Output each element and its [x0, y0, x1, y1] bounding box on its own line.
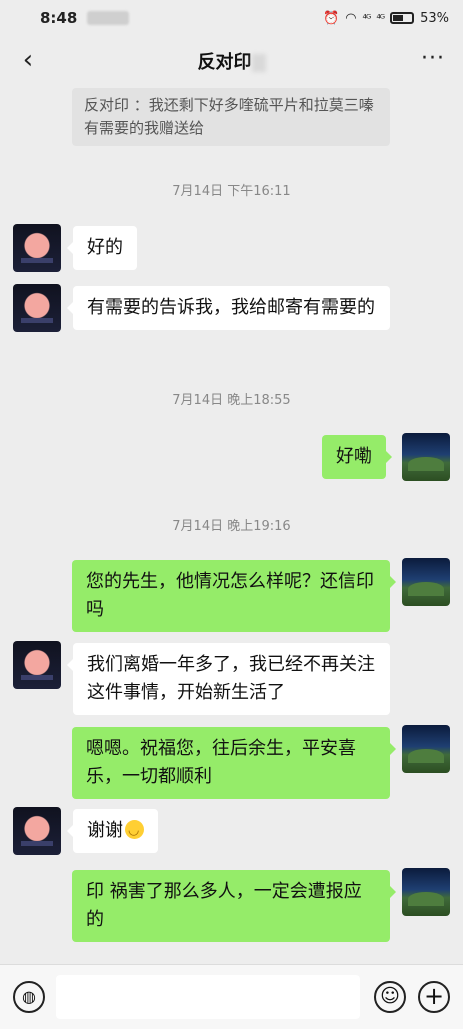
voice-button[interactable]: ◍ [13, 981, 45, 1013]
signal-icon-2: ⁴ᴳ [376, 11, 385, 25]
status-bar: 8:48 ⏰ ◠ ⁴ᴳ ⁴ᴳ 53% [0, 0, 463, 36]
title-redacted [251, 54, 266, 72]
avatar[interactable] [13, 641, 61, 689]
wifi-icon: ◠ [345, 10, 357, 26]
timestamp: 7月14日 晚上18:55 [172, 393, 291, 408]
avatar[interactable] [402, 558, 450, 606]
quoted-message[interactable]: 反对印 ：我还剩下好多喹硫平片和拉莫三嗪有需要的我赠送给 [72, 88, 390, 146]
timestamp: 7月14日 晚上19:16 [172, 519, 291, 534]
avatar[interactable] [13, 284, 61, 332]
chat-title: 反对印 [198, 48, 266, 74]
message-bubble[interactable]: 您的先生，他情况怎么样呢？还信印 吗 [72, 560, 396, 632]
message-bubble[interactable]: 好的 [67, 226, 137, 270]
smile-emoji-icon [125, 817, 144, 845]
avatar[interactable] [13, 224, 61, 272]
message-bubble[interactable]: 嗯嗯。祝福您，往后余生，平安喜乐，一切都顺利 [72, 727, 396, 799]
back-button[interactable]: ‹ [14, 46, 42, 76]
voice-icon: ◍ [22, 987, 36, 1006]
more-button[interactable]: ··· [421, 46, 445, 71]
input-bar: ◍ ☺ + [0, 964, 463, 1029]
avatar[interactable] [402, 725, 450, 773]
more-actions-button[interactable]: + [418, 981, 450, 1013]
message-bubble[interactable]: 印 祸害了那么多人，一定会遭报应的 [72, 870, 396, 942]
message-input[interactable] [56, 975, 360, 1019]
message-bubble[interactable]: 好嘞 [322, 435, 392, 479]
avatar[interactable] [13, 807, 61, 855]
plus-icon: + [423, 982, 445, 1010]
chat-header: ‹ 反对印 ··· [0, 36, 463, 86]
battery-icon [390, 12, 415, 24]
timestamp: 7月14日 下午16:11 [172, 184, 291, 199]
emoji-icon: ☺ [380, 985, 400, 1007]
battery-percent: 53% [420, 10, 449, 26]
avatar[interactable] [402, 433, 450, 481]
signal-icon: ⁴ᴳ [362, 11, 372, 25]
chevron-left-icon: ‹ [22, 45, 34, 75]
avatar[interactable] [402, 868, 450, 916]
alarm-icon: ⏰ [323, 10, 340, 26]
emoji-button[interactable]: ☺ [374, 981, 406, 1013]
message-bubble[interactable]: 有需要的告诉我，我给邮寄有需要的 [67, 286, 390, 330]
more-icon: ··· [421, 46, 445, 71]
status-icons: ⏰ ◠ ⁴ᴳ ⁴ᴳ 53% [323, 11, 449, 26]
status-time: 8:48 [40, 9, 78, 27]
message-bubble[interactable]: 谢谢 [67, 809, 158, 853]
message-bubble[interactable]: 我们离婚一年多了，我已经不再关注这件事情，开始新生活了 [67, 643, 390, 715]
status-redacted [87, 11, 130, 25]
